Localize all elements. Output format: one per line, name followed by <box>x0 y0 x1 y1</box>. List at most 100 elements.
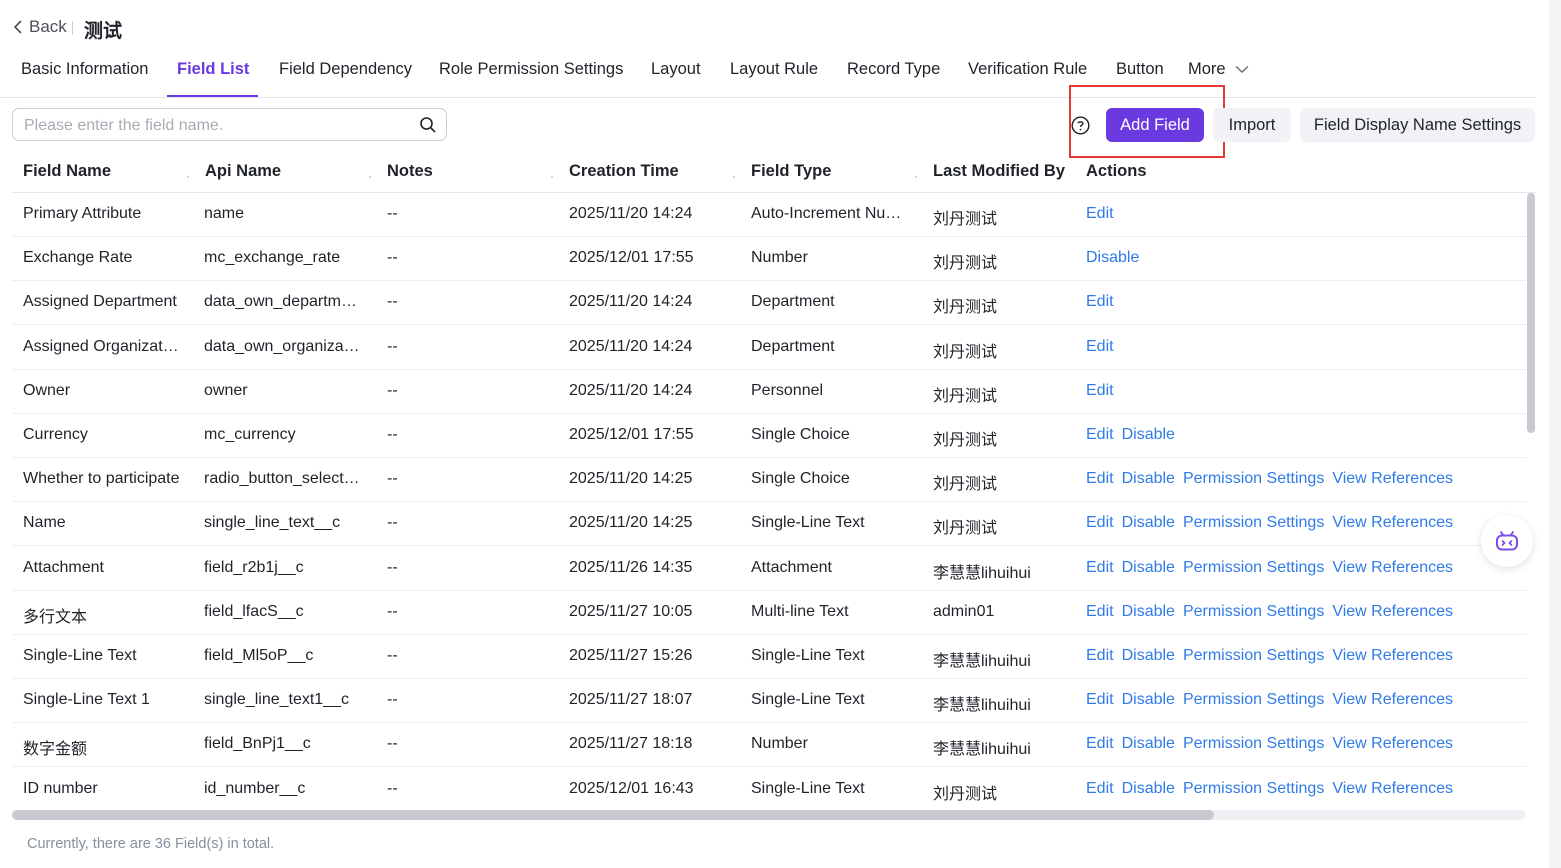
cell-api-name: name <box>204 205 245 222</box>
action-edit-link[interactable]: Edit <box>1086 338 1114 355</box>
horizontal-scrollbar-thumb[interactable] <box>12 810 1214 820</box>
action-edit-link[interactable]: Edit <box>1086 426 1114 443</box>
cell-field-type: Number <box>751 249 808 267</box>
cell-creation-time: 2025/11/20 14:24 <box>569 205 693 222</box>
action-view-references-link[interactable]: View References <box>1332 735 1453 752</box>
action-view-references-link[interactable]: View References <box>1332 780 1453 797</box>
cell-notes: -- <box>387 647 398 664</box>
table-row: 数字金额 field_BnPj1__c -- 2025/11/27 18:18 Numb… <box>12 723 1526 768</box>
import-button[interactable]: Import <box>1213 108 1291 142</box>
action-view-references-link[interactable]: View References <box>1332 691 1453 708</box>
column-resize-handle[interactable] <box>551 164 553 180</box>
action-disable-link[interactable]: Disable <box>1122 514 1175 531</box>
tab-role-permission-settings[interactable]: Role Permission Settings <box>439 60 623 96</box>
cell-actions: Edit <box>1086 205 1506 223</box>
tab-bar: Basic Information Field List Field Depen… <box>0 52 1536 98</box>
action-edit-link[interactable]: Edit <box>1086 293 1114 310</box>
action-permission-settings-link[interactable]: Permission Settings <box>1183 647 1324 664</box>
action-edit-link[interactable]: Edit <box>1086 382 1114 399</box>
action-permission-settings-link[interactable]: Permission Settings <box>1183 470 1324 487</box>
action-edit-link[interactable]: Edit <box>1086 735 1114 752</box>
cell-last-modified-by: 刘丹测试 <box>933 387 998 405</box>
divider <box>72 21 73 35</box>
cell-last-modified-by: 李慧慧lihuihui <box>933 653 1031 670</box>
search-box <box>12 108 447 141</box>
action-view-references-link[interactable]: View References <box>1332 603 1453 620</box>
column-resize-handle[interactable] <box>369 164 371 180</box>
action-edit-link[interactable]: Edit <box>1086 780 1114 797</box>
action-edit-link[interactable]: Edit <box>1086 691 1114 708</box>
action-disable-link[interactable]: Disable <box>1122 559 1175 576</box>
action-view-references-link[interactable]: View References <box>1332 559 1453 576</box>
tab-record-type[interactable]: Record Type <box>847 60 940 96</box>
tab-layout[interactable]: Layout <box>651 60 701 96</box>
vertical-scrollbar[interactable] <box>1527 193 1535 433</box>
action-edit-link[interactable]: Edit <box>1086 205 1114 222</box>
table-row: Owner owner -- 2025/11/20 14:24 Personnel 刘丹测… <box>12 370 1526 414</box>
table-row: Whether to participate radio_button_selec… <box>12 458 1526 503</box>
action-disable-link[interactable]: Disable <box>1122 426 1175 443</box>
action-disable-link[interactable]: Disable <box>1122 735 1175 752</box>
cell-creation-time: 2025/11/20 14:24 <box>569 293 693 311</box>
assistant-button[interactable] <box>1481 515 1533 567</box>
cell-notes: -- <box>387 426 398 443</box>
tab-layout-rule[interactable]: Layout Rule <box>730 60 818 96</box>
cell-field-type: Department <box>751 337 835 355</box>
search-icon[interactable] <box>419 116 437 134</box>
cell-actions: Edit <box>1086 382 1506 400</box>
action-permission-settings-link[interactable]: Permission Settings <box>1183 603 1324 620</box>
action-view-references-link[interactable]: View References <box>1332 470 1453 487</box>
action-disable-link[interactable]: Disable <box>1122 470 1175 487</box>
cell-actions: Edit Disable <box>1086 426 1506 444</box>
column-header-actions: Actions <box>1086 162 1147 180</box>
tab-field-list[interactable]: Field List <box>177 60 249 96</box>
action-edit-link[interactable]: Edit <box>1086 647 1114 664</box>
cell-api-name: field_lfacS__c <box>204 602 304 620</box>
action-disable-link[interactable]: Disable <box>1086 249 1139 266</box>
cell-notes: -- <box>387 779 398 797</box>
tab-basic-information[interactable]: Basic Information <box>21 60 148 96</box>
column-header-notes: Notes <box>387 162 433 180</box>
action-disable-link[interactable]: Disable <box>1122 647 1175 664</box>
chevron-left-icon <box>13 20 22 34</box>
action-disable-link[interactable]: Disable <box>1122 603 1175 620</box>
field-display-name-settings-button[interactable]: Field Display Name Settings <box>1300 108 1535 142</box>
search-input[interactable] <box>22 115 416 137</box>
action-view-references-link[interactable]: View References <box>1332 647 1453 664</box>
back-button[interactable]: Back <box>13 17 67 37</box>
cell-last-modified-by: 刘丹测试 <box>933 211 998 228</box>
cell-field-type: Attachment <box>751 558 832 576</box>
column-resize-handle[interactable] <box>187 164 189 180</box>
cell-creation-time: 2025/12/01 16:43 <box>569 779 694 797</box>
page-scroll-gutter <box>1549 0 1561 868</box>
cell-actions: Edit <box>1086 293 1506 311</box>
action-edit-link[interactable]: Edit <box>1086 514 1114 531</box>
cell-field-type: Number <box>751 735 808 753</box>
action-edit-link[interactable]: Edit <box>1086 603 1114 620</box>
table-body: Primary Attribute name -- 2025/11/20 14:24 A… <box>12 193 1526 810</box>
action-disable-link[interactable]: Disable <box>1122 780 1175 797</box>
column-resize-handle[interactable] <box>915 164 917 180</box>
cell-field-type: Single Choice <box>751 470 850 488</box>
cell-field-name: Name <box>23 514 66 532</box>
cell-field-type: Department <box>751 293 835 311</box>
cell-api-name: owner <box>204 381 248 399</box>
action-permission-settings-link[interactable]: Permission Settings <box>1183 691 1324 708</box>
action-permission-settings-link[interactable]: Permission Settings <box>1183 559 1324 576</box>
action-disable-link[interactable]: Disable <box>1122 691 1175 708</box>
tab-field-dependency[interactable]: Field Dependency <box>279 60 412 96</box>
cell-field-name: Attachment <box>23 558 104 576</box>
action-permission-settings-link[interactable]: Permission Settings <box>1183 780 1324 797</box>
column-resize-handle[interactable] <box>733 164 735 180</box>
cell-field-name: Owner <box>23 381 71 399</box>
cell-actions: Edit Disable Permission Settings View Refer… <box>1086 735 1506 753</box>
action-view-references-link[interactable]: View References <box>1332 514 1453 531</box>
action-edit-link[interactable]: Edit <box>1086 559 1114 576</box>
top-bar: Back 测试 <box>0 0 1561 52</box>
action-edit-link[interactable]: Edit <box>1086 470 1114 487</box>
action-permission-settings-link[interactable]: Permission Settings <box>1183 514 1324 531</box>
cell-field-type: Single-Line Text <box>751 514 865 532</box>
cell-creation-time: 2025/11/27 15:26 <box>569 647 693 664</box>
action-permission-settings-link[interactable]: Permission Settings <box>1183 735 1324 752</box>
cell-actions: Edit Disable Permission Settings View Refer… <box>1086 514 1506 532</box>
